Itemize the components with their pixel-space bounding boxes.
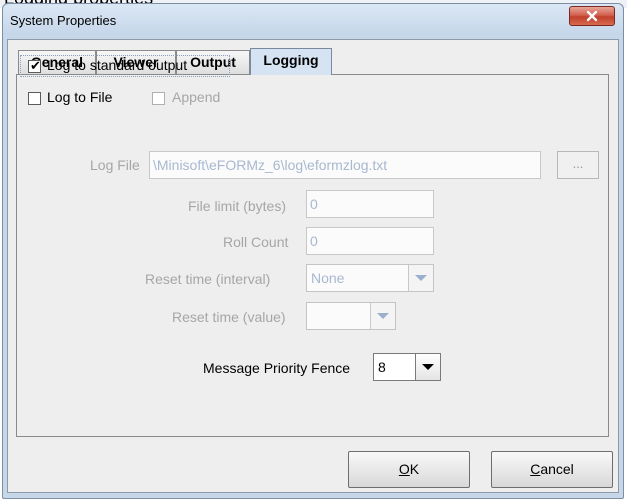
log-file-label: Log File [90, 157, 140, 173]
file-limit-input[interactable]: 0 [306, 190, 434, 218]
ok-button[interactable]: OK [348, 451, 470, 488]
reset-value-label: Reset time (value) [172, 309, 286, 325]
browse-button[interactable]: ... [557, 151, 599, 179]
close-icon [586, 10, 598, 22]
priority-fence-select[interactable]: 8 [373, 353, 441, 381]
file-limit-label: File limit (bytes) [188, 198, 287, 214]
log-to-file-label[interactable]: Log to File [47, 89, 112, 105]
log-file-path-input[interactable]: \Minisoft\eFORMz_6\log\eformzlog.txt [149, 151, 541, 179]
chevron-down-icon[interactable] [408, 265, 433, 291]
checkmark-icon: ✔ [30, 58, 41, 73]
roll-count-label: Roll Count [223, 234, 289, 250]
append-checkbox[interactable] [152, 92, 165, 105]
title-bar[interactable]: System Properties [3, 4, 623, 36]
chevron-down-icon[interactable] [415, 354, 440, 380]
window-title: System Properties [10, 13, 117, 28]
log-stdout-label[interactable]: Log to standard output [47, 57, 187, 73]
logging-panel [16, 74, 609, 437]
reset-value-select[interactable] [306, 302, 396, 330]
cancel-button[interactable]: Cancel [491, 451, 613, 488]
reset-interval-value: None [311, 270, 345, 286]
log-to-file-checkbox[interactable] [28, 92, 41, 105]
roll-count-input[interactable]: 0 [306, 227, 434, 255]
priority-fence-value: 8 [378, 359, 386, 375]
log-stdout-checkbox[interactable]: ✔ [28, 58, 41, 73]
tab-logging[interactable]: Logging [250, 48, 332, 75]
close-button[interactable] [569, 6, 615, 26]
chevron-down-icon[interactable] [370, 303, 395, 329]
append-label: Append [172, 89, 221, 105]
reset-interval-select[interactable]: None [306, 264, 434, 292]
priority-fence-label: Message Priority Fence [203, 360, 351, 376]
reset-interval-label: Reset time (interval) [145, 271, 271, 287]
